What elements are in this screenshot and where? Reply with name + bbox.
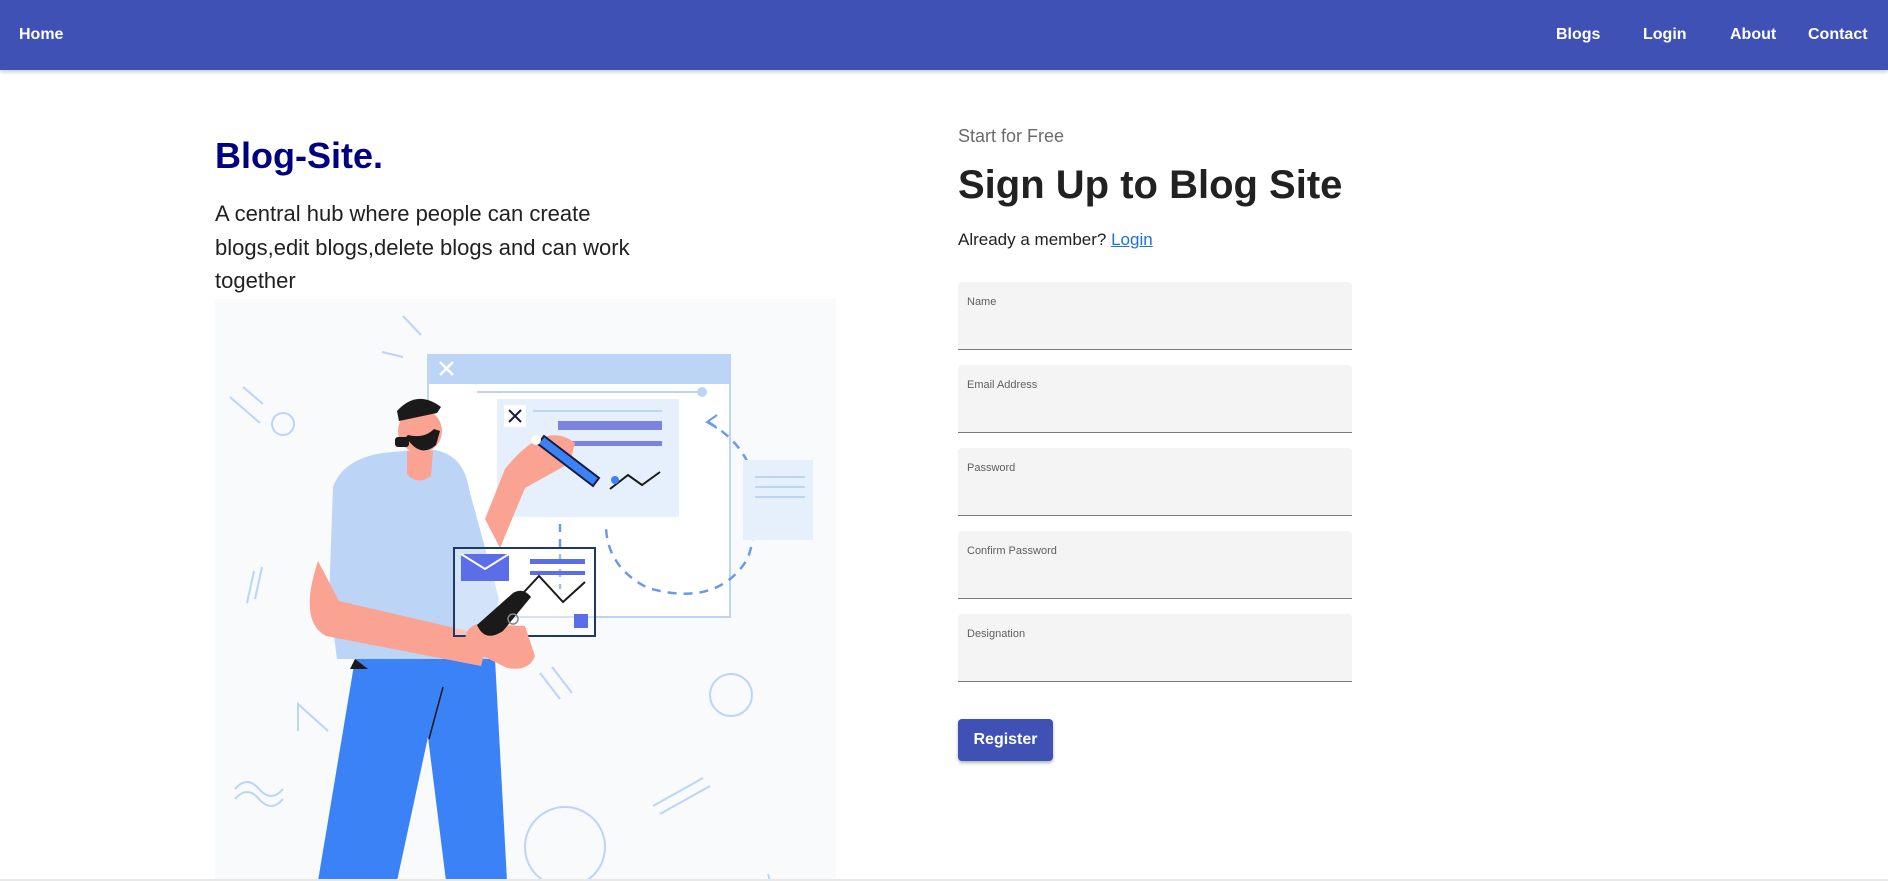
email-field[interactable]: Email Address [958,365,1352,433]
hero-tagline: A central hub where people can create bl… [215,201,630,293]
start-free-label: Start for Free [958,126,1065,146]
password-field[interactable]: Password [958,448,1352,516]
name-field-label: Name [967,296,997,308]
register-button[interactable]: Register [958,719,1053,761]
nav-home-link[interactable]: Home [19,0,63,70]
password-field-label: Password [967,462,1016,474]
brand-title: Blog-Site. [215,135,383,176]
already-member-text: Already a member? Login [958,230,1153,250]
nav-login-link[interactable]: Login [1643,0,1687,70]
login-link[interactable]: Login [1111,230,1153,249]
password-input[interactable] [967,480,1343,506]
signup-title: Sign Up to Blog Site [958,163,1343,207]
person-editing-blog-illustration-icon [229,315,813,881]
email-input[interactable] [967,397,1343,423]
nav-contact-link[interactable]: Contact [1808,0,1868,70]
top-navbar: Home Blogs Login About Contact [0,0,1888,70]
nav-about-link[interactable]: About [1730,0,1776,70]
designation-field[interactable]: Designation [958,614,1352,682]
confirm-password-field-label: Confirm Password [967,545,1057,557]
confirm-password-input[interactable] [967,563,1343,589]
hero-illustration [215,299,836,881]
designation-input[interactable] [967,646,1343,672]
nav-blogs-link[interactable]: Blogs [1556,0,1600,70]
email-field-label: Email Address [967,379,1038,391]
already-member-label: Already a member? [958,230,1112,249]
name-input[interactable] [967,314,1343,340]
confirm-password-field[interactable]: Confirm Password [958,531,1352,599]
name-field[interactable]: Name [958,282,1352,350]
designation-field-label: Designation [967,628,1026,640]
